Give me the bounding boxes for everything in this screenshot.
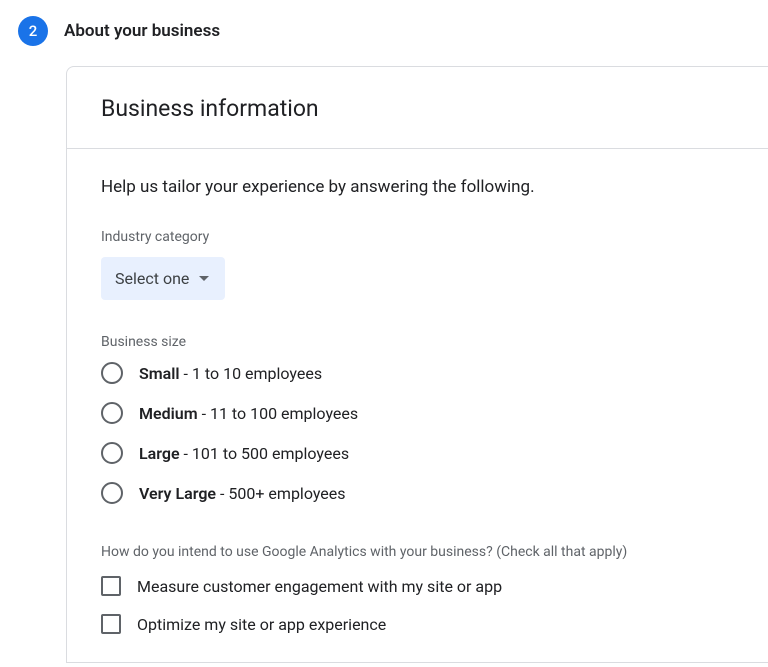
intent-group: Measure customer engagement with my site… [101, 576, 734, 634]
intent-label: How do you intend to use Google Analytic… [101, 544, 734, 560]
radio-label: Large - 101 to 500 employees [139, 444, 349, 463]
intro-text: Help us tailor your experience by answer… [101, 177, 734, 197]
card-title: Business information [101, 95, 734, 122]
step-title: About your business [64, 21, 220, 41]
checkbox-square[interactable] [101, 614, 121, 634]
radio-circle[interactable] [101, 362, 123, 384]
radio-item-medium[interactable]: Medium - 11 to 100 employees [101, 402, 734, 424]
business-size-label: Business size [101, 334, 734, 350]
card-header: Business information [67, 67, 768, 149]
step-header: 2 About your business [0, 0, 768, 66]
checkbox-label: Measure customer engagement with my site… [137, 577, 502, 596]
industry-selected: Select one [115, 269, 189, 288]
card-body: Help us tailor your experience by answer… [67, 149, 768, 662]
radio-item-very-large[interactable]: Very Large - 500+ employees [101, 482, 734, 504]
chevron-down-icon [199, 276, 209, 281]
business-size-group: Small - 1 to 10 employees Medium - 11 to… [101, 362, 734, 504]
checkbox-square[interactable] [101, 576, 121, 596]
industry-label: Industry category [101, 229, 734, 245]
radio-label: Small - 1 to 10 employees [139, 364, 322, 383]
radio-item-small[interactable]: Small - 1 to 10 employees [101, 362, 734, 384]
checkbox-label: Optimize my site or app experience [137, 615, 386, 634]
checkbox-item-engagement[interactable]: Measure customer engagement with my site… [101, 576, 734, 596]
radio-circle[interactable] [101, 482, 123, 504]
radio-circle[interactable] [101, 402, 123, 424]
radio-item-large[interactable]: Large - 101 to 500 employees [101, 442, 734, 464]
business-info-card: Business information Help us tailor your… [66, 66, 768, 663]
industry-dropdown[interactable]: Select one [101, 257, 225, 300]
radio-label: Very Large - 500+ employees [139, 484, 346, 503]
radio-circle[interactable] [101, 442, 123, 464]
radio-label: Medium - 11 to 100 employees [139, 404, 358, 423]
step-number-badge: 2 [18, 16, 48, 46]
checkbox-item-optimize[interactable]: Optimize my site or app experience [101, 614, 734, 634]
